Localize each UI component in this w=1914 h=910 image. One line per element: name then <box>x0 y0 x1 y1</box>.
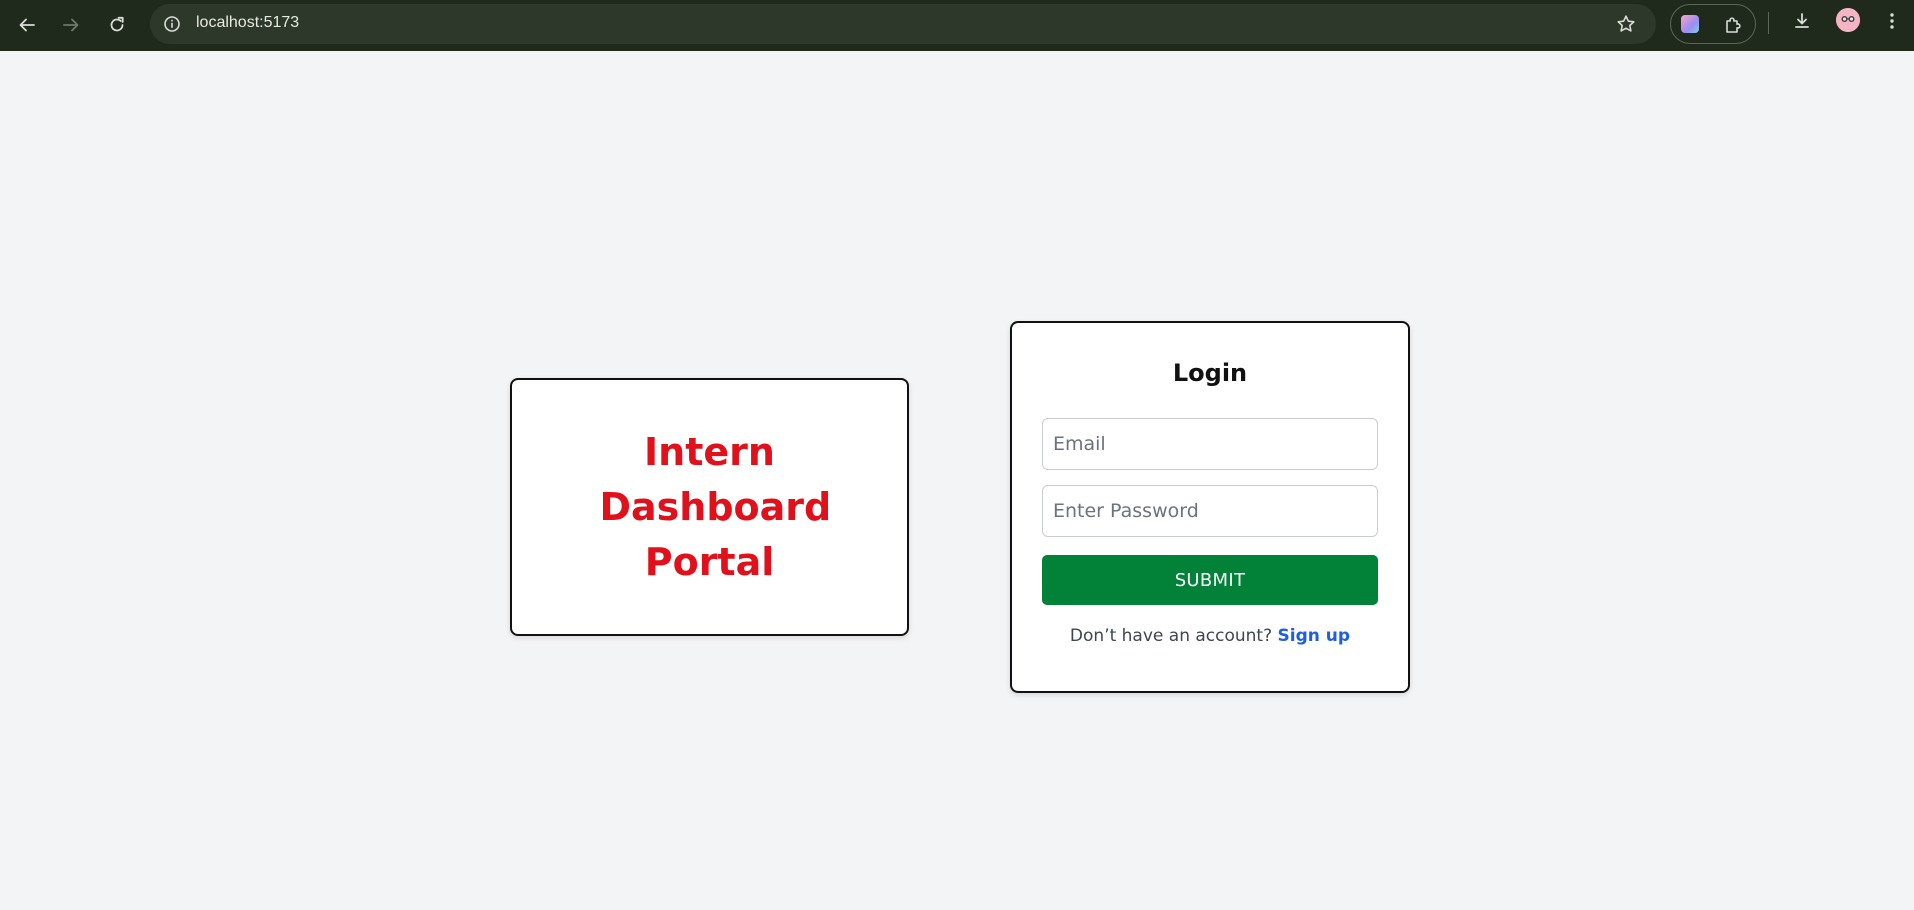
bookmark-star-icon[interactable] <box>1614 12 1638 36</box>
page-content: Intern Dashboard Portal Login SUBMIT Don… <box>0 51 1914 910</box>
forward-button[interactable] <box>54 8 88 42</box>
toolbar-divider <box>1768 12 1769 34</box>
brand-title: Intern Dashboard Portal <box>600 425 832 590</box>
kebab-menu-icon[interactable] <box>1880 9 1904 33</box>
brand-title-line-2: Dashboard <box>599 484 832 529</box>
address-bar[interactable]: localhost:5173 <box>150 4 1656 44</box>
brand-title-line-3: Portal <box>644 539 775 584</box>
back-button[interactable] <box>10 8 44 42</box>
submit-button[interactable]: SUBMIT <box>1042 555 1378 605</box>
password-field[interactable] <box>1042 485 1378 537</box>
extensions-group <box>1670 4 1756 44</box>
login-title: Login <box>1172 359 1248 387</box>
signup-link[interactable]: Sign up <box>1278 626 1351 646</box>
signup-prompt-text: Don’t have an account? <box>1069 626 1273 646</box>
url-text[interactable]: localhost:5173 <box>196 14 299 32</box>
reload-icon <box>110 16 124 32</box>
reload-button[interactable] <box>100 8 134 42</box>
avatar[interactable] <box>1836 8 1860 32</box>
brand-title-line-1: Intern <box>644 429 775 474</box>
brand-card: Intern Dashboard Portal <box>510 378 909 636</box>
browser-toolbar: localhost:5173 <box>0 0 1914 51</box>
signup-prompt: Don’t have an account? Sign up <box>1012 626 1408 646</box>
arrow-right-icon <box>63 18 79 32</box>
login-card: Login SUBMIT Don’t have an account? Sign… <box>1010 321 1410 693</box>
download-icon[interactable] <box>1790 9 1814 33</box>
puzzle-icon[interactable] <box>1721 13 1745 37</box>
arrow-left-icon <box>19 18 35 32</box>
info-icon[interactable] <box>160 12 184 36</box>
extension-app-icon[interactable] <box>1681 15 1699 33</box>
email-field[interactable] <box>1042 418 1378 470</box>
